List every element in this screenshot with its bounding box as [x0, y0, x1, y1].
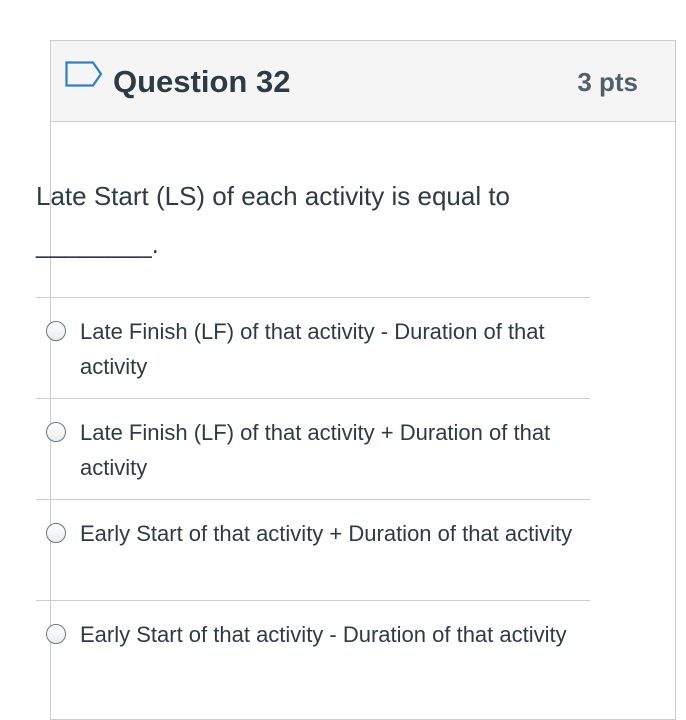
answer-option[interactable]: Late Finish (LF) of that activity + Dura…	[36, 398, 590, 499]
answer-option-label[interactable]: Early Start of that activity + Duration …	[80, 516, 580, 551]
question-header: Question 32 3 pts	[51, 41, 675, 122]
answer-options: Late Finish (LF) of that activity - Dura…	[36, 297, 590, 701]
radio-button-icon[interactable]	[46, 321, 66, 341]
answer-option[interactable]: Early Start of that activity + Duration …	[36, 499, 590, 600]
question-prompt: Late Start (LS) of each activity is equa…	[36, 181, 511, 259]
radio-button-icon[interactable]	[46, 422, 66, 442]
answer-option-label[interactable]: Late Finish (LF) of that activity - Dura…	[80, 314, 580, 384]
question-title: Question 32	[113, 64, 291, 99]
answer-option[interactable]: Late Finish (LF) of that activity - Dura…	[36, 297, 590, 398]
answer-option-label[interactable]: Late Finish (LF) of that activity + Dura…	[80, 415, 580, 485]
question-points: 3 pts	[577, 67, 638, 97]
answer-option-label[interactable]: Early Start of that activity - Duration …	[80, 617, 580, 652]
radio-button-icon[interactable]	[46, 624, 66, 644]
radio-button-icon[interactable]	[46, 523, 66, 543]
flag-question-icon[interactable]	[65, 61, 103, 87]
answer-option[interactable]: Early Start of that activity - Duration …	[36, 600, 590, 701]
